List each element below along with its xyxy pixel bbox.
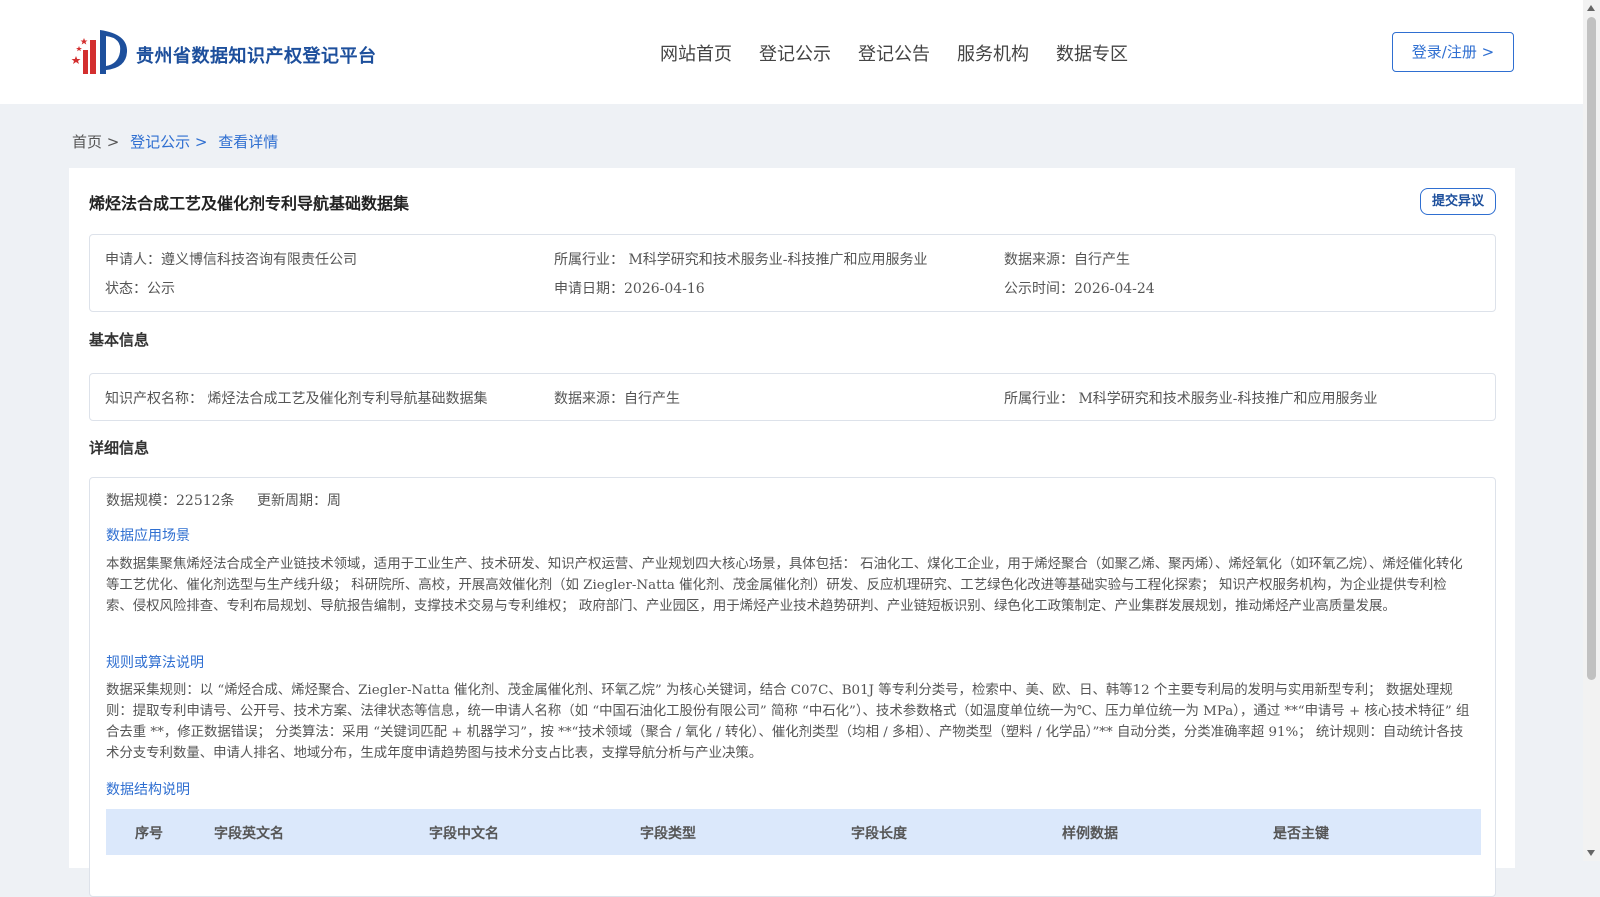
scroll-down-arrow-icon[interactable] <box>1587 850 1595 856</box>
apply-date: 申请日期：2026-04-16 <box>554 281 705 297</box>
breadcrumb-home[interactable]: 首页 > <box>72 133 119 151</box>
basic-data-source: 数据来源：自行产生 <box>554 391 680 407</box>
column-header: 字段类型 <box>640 826 696 842</box>
scroll-up-arrow-icon[interactable] <box>1587 5 1595 11</box>
data-source: 数据来源：自行产生 <box>1004 252 1130 268</box>
scale-line: 数据规模：22512条 更新周期：周 <box>106 490 359 510</box>
detail-info-box: 数据规模：22512条 更新周期：周 数据应用场景 本数据集聚焦烯烃法合成全产业… <box>89 477 1496 897</box>
site-header: 贵州省数据知识产权登记平台 网站首页 登记公示 登记公告 服务机构 数据专区 登… <box>0 0 1583 104</box>
column-header: 序号 <box>135 826 163 842</box>
column-header: 字段中文名 <box>429 826 499 842</box>
detail-info-title: 详细信息 <box>89 439 150 457</box>
nav-home[interactable]: 网站首页 <box>660 40 732 66</box>
basic-industry: 所属行业： M科学研究和技术服务业-科技推广和应用服务业 <box>1004 391 1378 407</box>
structure-title: 数据结构说明 <box>106 782 190 798</box>
login-register-button[interactable]: 登录/注册 > <box>1392 32 1514 72</box>
breadcrumb-registration-notice[interactable]: 登记公示 > <box>130 133 207 151</box>
structure-table-header: 序号 字段英文名 字段中文名 字段类型 字段长度 样例数据 是否主键 <box>106 809 1481 855</box>
basic-info-box: 知识产权名称： 烯烃法合成工艺及催化剂专利导航基础数据集 数据来源：自行产生 所… <box>89 373 1496 421</box>
breadcrumb: 首页 > 登记公示 > 查看详情 <box>72 131 284 152</box>
breadcrumb-current: 查看详情 <box>218 133 279 151</box>
main-nav: 网站首页 登记公示 登记公告 服务机构 数据专区 <box>660 40 1155 66</box>
detail-card: 烯烃法合成工艺及催化剂专利导航基础数据集 提交异议 申请人：遵义博信科技咨询有限… <box>69 168 1515 897</box>
industry: 所属行业： M科学研究和技术服务业-科技推广和应用服务业 <box>554 252 928 268</box>
scenario-text: 本数据集聚焦烯烃法合成全产业链技术领域，适用于工业生产、技术研发、知识产权运营、… <box>106 557 1463 614</box>
publish-date: 公示时间：2026-04-24 <box>1004 281 1155 297</box>
submit-objection-button[interactable]: 提交异议 <box>1420 188 1496 215</box>
status: 状态：公示 <box>105 281 175 297</box>
rule-text: 数据采集规则：以 “烯烃合成、烯烃聚合、Ziegler-Natta 催化剂、茂金… <box>106 683 1470 761</box>
ip-name: 知识产权名称： 烯烃法合成工艺及催化剂专利导航基础数据集 <box>105 391 488 407</box>
scrollbar-thumb[interactable] <box>1587 17 1596 680</box>
summary-box: 申请人：遵义博信科技咨询有限责任公司 所属行业： M科学研究和技术服务业-科技推… <box>89 234 1496 312</box>
column-header: 字段英文名 <box>214 826 284 842</box>
data-scale: 数据规模：22512条 <box>106 493 235 509</box>
site-title[interactable]: 贵州省数据知识产权登记平台 <box>136 42 377 68</box>
column-header: 样例数据 <box>1062 826 1118 842</box>
page-title: 烯烃法合成工艺及催化剂专利导航基础数据集 <box>89 194 410 213</box>
basic-info-title: 基本信息 <box>89 331 150 349</box>
applicant: 申请人：遵义博信科技咨询有限责任公司 <box>105 252 357 268</box>
column-header: 字段长度 <box>851 826 907 842</box>
platform-logo-icon[interactable] <box>70 26 132 78</box>
scenario-title: 数据应用场景 <box>106 528 190 544</box>
nav-service-agencies[interactable]: 服务机构 <box>957 40 1029 66</box>
nav-data-zone[interactable]: 数据专区 <box>1056 40 1128 66</box>
rule-title: 规则或算法说明 <box>106 655 204 671</box>
column-header: 是否主键 <box>1273 826 1329 842</box>
update-cycle: 更新周期：周 <box>257 493 341 509</box>
nav-registration-notice[interactable]: 登记公示 <box>759 40 831 66</box>
vertical-scrollbar[interactable] <box>1583 0 1600 861</box>
nav-registration-announcement[interactable]: 登记公告 <box>858 40 930 66</box>
